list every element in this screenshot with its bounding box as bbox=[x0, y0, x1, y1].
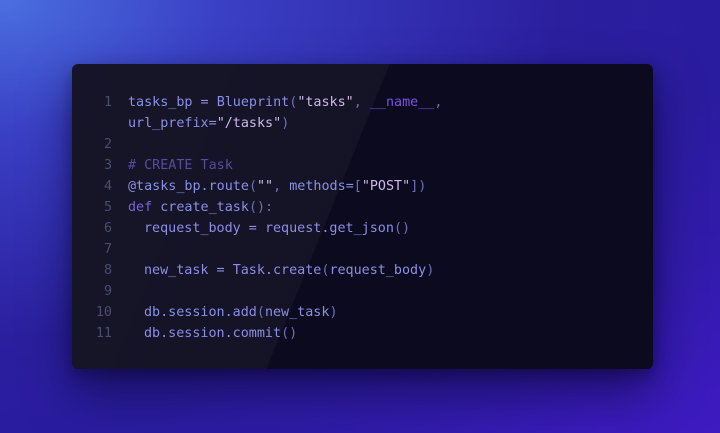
code-token: @tasks_bp.route bbox=[128, 179, 249, 194]
code-line: 10 db.session.add(new_task) bbox=[72, 302, 653, 323]
code-token: (): bbox=[248, 200, 274, 215]
code-token: "/tasks" bbox=[216, 116, 282, 131]
line-number: 7 bbox=[103, 242, 112, 257]
code-line: 3 # CREATE Task bbox=[72, 155, 653, 176]
code-token: def bbox=[128, 200, 153, 215]
code-token: ) bbox=[329, 305, 338, 320]
code-block: 1 tasks_bp = Blueprint("tasks", __name__,… bbox=[72, 92, 653, 344]
code-line: 4 @tasks_bp.route("", methods=["POST"]) bbox=[72, 176, 653, 197]
code-token: , bbox=[353, 95, 370, 110]
code-token: () bbox=[281, 326, 298, 341]
line-number: 10 bbox=[95, 305, 112, 320]
code-token: new_task bbox=[144, 263, 209, 278]
code-token: # CREATE Task bbox=[128, 158, 233, 173]
code-token: = bbox=[345, 179, 354, 194]
line-number: 8 bbox=[103, 263, 112, 278]
code-token: = bbox=[192, 95, 217, 110]
code-token: Blueprint bbox=[216, 95, 290, 110]
code-text: url_prefix="/tasks") bbox=[128, 113, 289, 134]
code-line: 6 request_body = request.get_json() bbox=[72, 218, 653, 239]
code-token: () bbox=[393, 221, 411, 236]
code-text: tasks_bp = Blueprint("tasks", __name__, bbox=[128, 92, 442, 113]
code-text: db.session.commit() bbox=[128, 323, 297, 344]
code-token: "POST" bbox=[361, 179, 411, 194]
code-token: request_body bbox=[144, 221, 241, 236]
code-token: = bbox=[208, 116, 217, 131]
line-number: 4 bbox=[103, 179, 112, 194]
line-number: 9 bbox=[103, 284, 112, 299]
code-line: 11 db.session.commit() bbox=[72, 323, 653, 344]
code-line: 1 tasks_bp = Blueprint("tasks", __name__, bbox=[72, 92, 653, 113]
code-token: ) bbox=[281, 116, 290, 131]
code-line: 8 new_task = Task.create(request_body) bbox=[72, 260, 653, 281]
line-number bbox=[72, 113, 112, 134]
code-text: def create_task(): bbox=[128, 197, 273, 218]
line-number: 1 bbox=[103, 95, 112, 110]
code-line: 7 bbox=[72, 239, 653, 260]
line-number: 2 bbox=[103, 137, 112, 152]
code-line: 2 bbox=[72, 134, 653, 155]
code-token: ]) bbox=[410, 179, 427, 194]
code-token: , bbox=[273, 179, 290, 194]
code-line: 5 def create_task(): bbox=[72, 197, 653, 218]
code-token: methods bbox=[289, 179, 346, 194]
code-token: request.get_json bbox=[264, 221, 394, 236]
code-line: 9 bbox=[72, 281, 653, 302]
code-token: db.session.commit bbox=[144, 326, 282, 341]
line-number: 5 bbox=[103, 200, 112, 215]
code-token: ( bbox=[256, 305, 265, 320]
code-token: = bbox=[240, 221, 265, 236]
code-token: create_task bbox=[160, 200, 249, 215]
code-token: new_task bbox=[264, 305, 330, 320]
code-token: db.session.add bbox=[144, 305, 257, 320]
code-token: ) bbox=[426, 263, 435, 278]
code-line: url_prefix="/tasks") bbox=[72, 113, 653, 134]
code-token: Task.create bbox=[232, 263, 322, 278]
code-text: new_task = Task.create(request_body) bbox=[128, 260, 434, 281]
code-token: [ bbox=[353, 179, 362, 194]
line-number: 11 bbox=[95, 326, 112, 341]
code-window: 1 tasks_bp = Blueprint("tasks", __name__,… bbox=[72, 64, 653, 369]
code-token: tasks_bp bbox=[128, 95, 193, 110]
code-token: __name__ bbox=[369, 95, 435, 110]
line-number: 3 bbox=[103, 158, 112, 173]
code-token: request_body bbox=[329, 263, 427, 278]
code-text: request_body = request.get_json() bbox=[128, 218, 410, 239]
code-text: @tasks_bp.route("", methods=["POST"]) bbox=[128, 176, 426, 197]
code-token: = bbox=[208, 263, 233, 278]
code-token: , bbox=[434, 95, 443, 110]
code-text: # CREATE Task bbox=[128, 155, 233, 176]
code-text: db.session.add(new_task) bbox=[128, 302, 338, 323]
line-number: 6 bbox=[103, 221, 112, 236]
code-token: url_prefix bbox=[128, 116, 209, 131]
code-token: "tasks" bbox=[297, 95, 354, 110]
code-token: ( bbox=[248, 179, 257, 194]
code-token: "" bbox=[257, 179, 274, 194]
